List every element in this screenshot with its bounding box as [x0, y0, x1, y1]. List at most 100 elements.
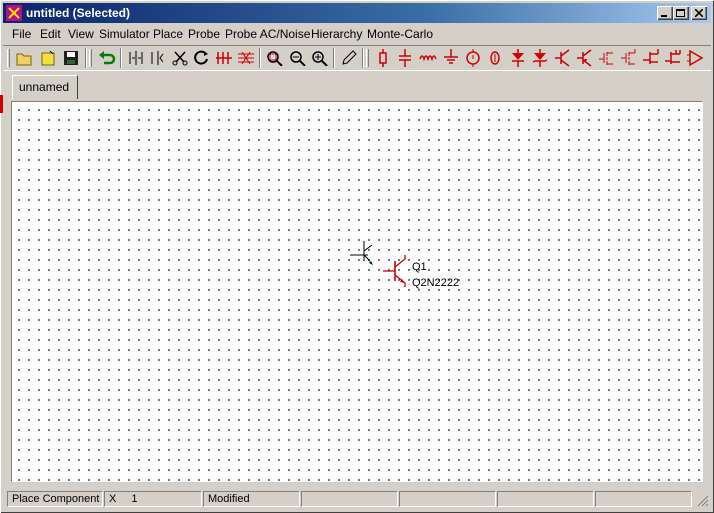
- toolbar-grip[interactable]: [7, 49, 10, 67]
- toolbar-grip[interactable]: [366, 49, 369, 67]
- undo-icon: [99, 51, 116, 65]
- inductor-icon: [419, 55, 437, 62]
- place-pmos-button[interactable]: [619, 48, 639, 68]
- delete-wire-button[interactable]: [214, 48, 234, 68]
- menu-place[interactable]: Place: [153, 27, 183, 41]
- place-mesfet-button[interactable]: [663, 48, 683, 68]
- place-voltage-source-button[interactable]: [463, 48, 483, 68]
- flip-button[interactable]: [148, 48, 168, 68]
- status-state: Modified: [203, 491, 300, 507]
- draw-wire-button[interactable]: [339, 48, 359, 68]
- toolbar-grip[interactable]: [89, 49, 92, 67]
- current-source-icon: [490, 51, 500, 65]
- folder-open-icon: [16, 53, 32, 66]
- mesfet-icon: [665, 50, 681, 64]
- toolbar-separator: [362, 48, 364, 68]
- npn-transistor-icon: [555, 49, 570, 67]
- status-panel-empty: [497, 491, 594, 507]
- place-npn-button[interactable]: [553, 48, 573, 68]
- resistor-icon: [379, 49, 387, 67]
- place-pnp-button[interactable]: [575, 48, 595, 68]
- place-diode-button[interactable]: [508, 48, 528, 68]
- app-window: untitled (Selected) File Edit View Simul…: [0, 0, 714, 513]
- zoom-area-icon: [267, 51, 283, 66]
- title-bar[interactable]: untitled (Selected): [3, 3, 711, 23]
- place-resistor-button[interactable]: [373, 48, 393, 68]
- main-toolbar: [3, 45, 711, 71]
- rotate-icon: [194, 50, 208, 65]
- nmos-icon: [599, 52, 613, 65]
- mirror-button[interactable]: [126, 48, 146, 68]
- place-opamp-button[interactable]: [686, 48, 706, 68]
- toolbar-separator: [120, 48, 122, 68]
- opamp-icon: [687, 49, 704, 67]
- close-button[interactable]: [691, 6, 707, 20]
- app-icon: [6, 5, 22, 21]
- pnp-transistor-icon: [577, 49, 592, 67]
- status-mode: Place Component: [7, 491, 103, 507]
- coord-label: X: [109, 493, 117, 505]
- menu-monte-carlo[interactable]: Monte-Carlo: [367, 27, 433, 41]
- zoom-area-button[interactable]: [265, 48, 285, 68]
- schematic-canvas[interactable]: Q1 Q2N2222: [11, 101, 703, 482]
- save-button[interactable]: [61, 48, 81, 68]
- scissors-icon: [172, 51, 188, 66]
- transistor-symbol[interactable]: [383, 255, 413, 287]
- cut-button[interactable]: [170, 48, 190, 68]
- place-ground-button[interactable]: [441, 48, 461, 68]
- menu-view[interactable]: View: [68, 27, 94, 41]
- status-panel-empty: [595, 491, 692, 507]
- toolbar-separator: [259, 48, 261, 68]
- menu-file[interactable]: File: [12, 27, 31, 41]
- minimize-icon: [661, 15, 667, 17]
- place-capacitor-button[interactable]: [395, 48, 415, 68]
- menu-simulator[interactable]: Simulator: [99, 27, 150, 41]
- component-ref-label[interactable]: Q1: [412, 261, 427, 273]
- zoom-out-icon: [290, 51, 306, 66]
- status-panel-empty: [399, 491, 496, 507]
- capacitor-icon: [399, 49, 411, 67]
- pmos-icon: [621, 49, 636, 65]
- place-nmos-button[interactable]: [597, 48, 617, 68]
- zoom-in-icon: [312, 51, 328, 66]
- menu-probe-ac-noise[interactable]: Probe AC/Noise: [225, 27, 310, 41]
- resize-grip-icon[interactable]: [697, 495, 709, 507]
- maximize-icon: [676, 8, 685, 17]
- mirror-icon: [129, 51, 143, 65]
- place-jfet-button[interactable]: [641, 48, 661, 68]
- jfet-icon: [643, 49, 659, 64]
- pencil-icon: [342, 50, 357, 65]
- crosshair-cursor-icon: [350, 241, 373, 265]
- menu-hierarchy[interactable]: Hierarchy: [311, 27, 362, 41]
- window-title: untitled (Selected): [26, 6, 131, 20]
- menu-edit[interactable]: Edit: [40, 27, 61, 41]
- undo-button[interactable]: [97, 48, 117, 68]
- menu-probe[interactable]: Probe: [188, 27, 220, 41]
- zener-diode-icon: [532, 49, 548, 67]
- new-button[interactable]: [39, 48, 59, 68]
- toolbar-separator: [85, 48, 87, 68]
- diode-icon: [512, 49, 524, 67]
- voltage-source-icon: [466, 49, 480, 67]
- tab-unnamed[interactable]: unnamed: [12, 75, 78, 99]
- status-coordinate: X 1: [104, 491, 202, 507]
- save-icon: [64, 51, 78, 65]
- flip-icon: [151, 51, 164, 65]
- toolbar-separator: [333, 48, 335, 68]
- open-button[interactable]: [15, 48, 35, 68]
- component-model-label[interactable]: Q2N2222: [412, 277, 459, 289]
- minimize-button[interactable]: [657, 6, 673, 20]
- bus-button[interactable]: [236, 48, 256, 68]
- maximize-button[interactable]: [673, 6, 689, 20]
- zoom-in-button[interactable]: [310, 48, 330, 68]
- coord-value: 1: [131, 493, 138, 505]
- rotate-button[interactable]: [192, 48, 212, 68]
- place-inductor-button[interactable]: [418, 48, 438, 68]
- new-file-icon: [41, 50, 55, 66]
- place-current-source-button[interactable]: [485, 48, 505, 68]
- place-zener-button[interactable]: [530, 48, 550, 68]
- zoom-out-button[interactable]: [288, 48, 308, 68]
- menu-bar: File Edit View Simulator Place Probe Pro…: [3, 24, 711, 44]
- wire-break-icon: [216, 52, 232, 64]
- document-tabs: unnamed: [3, 72, 711, 99]
